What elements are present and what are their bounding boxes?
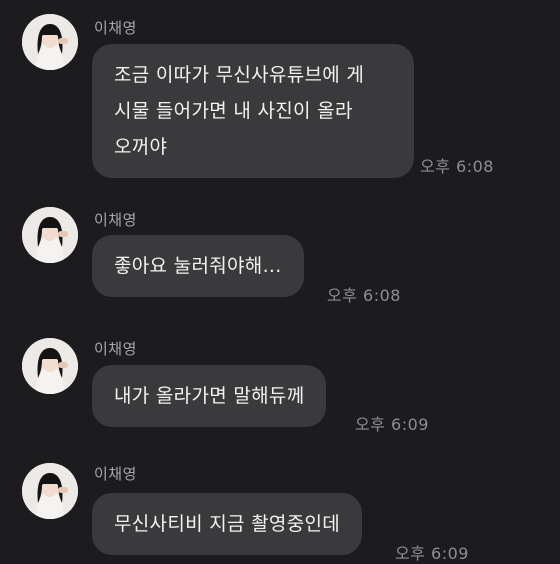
message-time: 오후 6:09 (395, 544, 469, 563)
sender-name: 이채영 (94, 340, 137, 358)
message-bubble[interactable]: 조금 이따가 무신사유튜브에 게 시물 들어가면 내 사진이 올라 오꺼야 (92, 44, 414, 178)
avatar[interactable] (22, 338, 78, 394)
profile-photo-icon (22, 338, 78, 394)
message-bubble[interactable]: 무신사티비 지금 촬영중인데 (92, 493, 363, 555)
sender-name: 이채영 (94, 465, 137, 483)
profile-photo-icon (22, 207, 78, 263)
profile-photo-icon (22, 14, 78, 70)
sender-name: 이채영 (94, 19, 137, 37)
message-bubble[interactable]: 내가 올라가면 말해듀께 (92, 365, 327, 427)
message-bubble[interactable]: 좋아요 눌러줘야해... (92, 235, 304, 297)
avatar[interactable] (22, 14, 78, 70)
message-time: 오후 6:09 (355, 415, 429, 434)
message-time: 오후 6:08 (327, 286, 401, 305)
avatar[interactable] (22, 207, 78, 263)
avatar[interactable] (22, 463, 78, 519)
message-time: 오후 6:08 (420, 157, 494, 176)
profile-photo-icon (22, 463, 78, 519)
sender-name: 이채영 (94, 211, 137, 229)
